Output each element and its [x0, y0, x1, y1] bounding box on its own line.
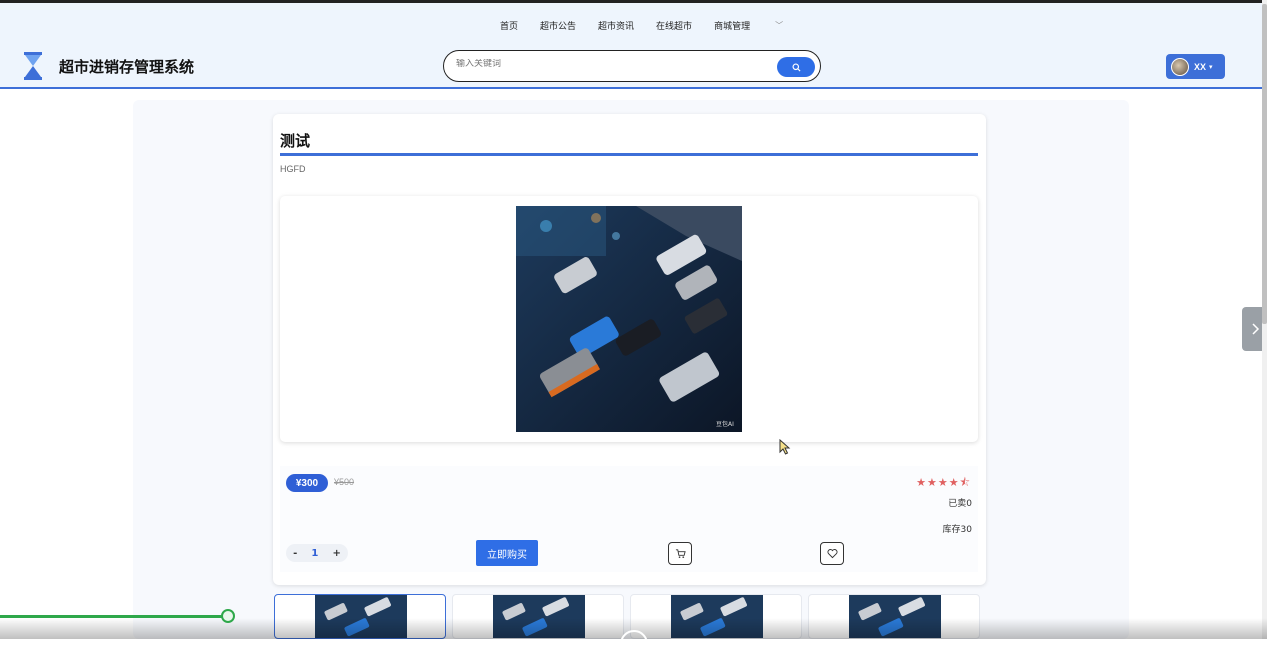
quantity-increase-button[interactable]: +	[333, 548, 341, 559]
quantity-decrease-button[interactable]: -	[293, 548, 297, 559]
avatar	[1171, 57, 1189, 76]
play-button[interactable]	[620, 630, 648, 658]
product-image[interactable]: 豆包AI	[516, 206, 742, 432]
search-input[interactable]	[456, 59, 756, 69]
heart-icon	[826, 549, 838, 559]
chevron-right-icon	[1251, 323, 1259, 335]
hourglass-logo-icon	[24, 52, 42, 80]
search-icon	[791, 62, 801, 72]
scrollbar-thumb[interactable]	[1262, 4, 1267, 324]
sold-count: 已卖0	[948, 499, 972, 509]
product-detail-card: 测试 HGFD 豆包AI ¥300 ¥500 ★★★★⯪ 已卖0 库存30 - …	[273, 114, 986, 585]
user-name: XX	[1194, 61, 1207, 72]
product-image-frame: 豆包AI	[280, 196, 978, 442]
mouse-cursor-icon	[779, 439, 791, 455]
search-bar	[443, 50, 821, 82]
buy-now-button[interactable]: 立即购买	[476, 540, 538, 566]
purchase-panel: ¥300 ¥500 ★★★★⯪ 已卖0 库存30 - 1 + 立即购买	[280, 466, 978, 572]
original-price: ¥500	[334, 477, 355, 487]
site-header: 首页 超市公告 超市资讯 在线超市 商城管理 ﹀ 超市进销存管理系统 XX ▾	[0, 3, 1267, 89]
nav-mall-management-label: 商城管理	[714, 22, 751, 32]
quantity-value[interactable]: 1	[311, 548, 318, 559]
image-watermark: 豆包AI	[716, 420, 734, 428]
user-menu-button[interactable]: XX ▾	[1166, 54, 1225, 79]
nav-mall-management[interactable]: 商城管理 ﹀	[714, 19, 805, 32]
rating-stars: ★★★★⯪	[916, 476, 971, 489]
search-button[interactable]	[777, 57, 815, 77]
video-progress-bar[interactable]	[0, 615, 228, 618]
nav-news[interactable]: 超市资讯	[598, 19, 634, 32]
stock-count: 库存30	[942, 525, 972, 535]
chevron-down-icon: ﹀	[775, 21, 784, 30]
title-divider	[280, 153, 978, 156]
chevron-down-icon: ▾	[1209, 62, 1213, 71]
add-to-cart-button[interactable]	[668, 542, 692, 565]
favorite-button[interactable]	[820, 542, 844, 565]
video-progress-knob[interactable]	[221, 609, 235, 623]
main-nav: 首页 超市公告 超市资讯 在线超市 商城管理 ﹀	[500, 19, 827, 32]
price-badge: ¥300	[286, 474, 328, 492]
site-title: 超市进销存管理系统	[59, 58, 195, 76]
product-subtitle: HGFD	[280, 164, 306, 174]
quantity-stepper: - 1 +	[286, 544, 348, 562]
nav-announcements[interactable]: 超市公告	[540, 19, 576, 32]
nav-home[interactable]: 首页	[500, 19, 518, 32]
cart-icon	[675, 549, 686, 558]
product-title: 测试	[280, 132, 311, 150]
nav-online-market[interactable]: 在线超市	[656, 19, 692, 32]
